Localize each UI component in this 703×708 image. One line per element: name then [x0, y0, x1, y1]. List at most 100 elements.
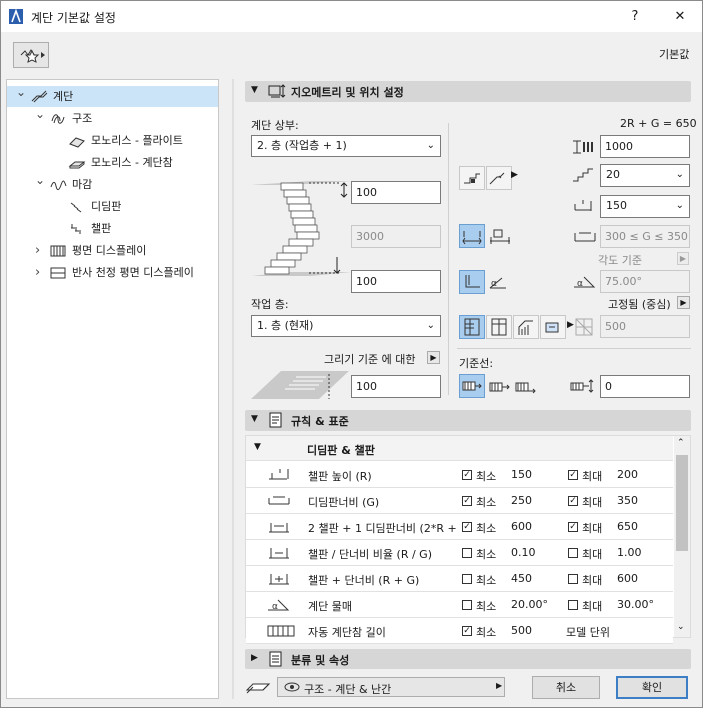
chevron-down-icon[interactable]: ⌄ — [35, 104, 45, 125]
risers-count-select[interactable]: 20 ⌄ — [600, 164, 690, 187]
chevron-down-icon[interactable]: ⌄ — [35, 170, 45, 191]
chevron-right-icon[interactable]: › — [35, 262, 45, 283]
scrollbar-thumb[interactable] — [676, 455, 688, 551]
ok-button[interactable]: 확인 — [616, 676, 688, 699]
layer-select[interactable]: 구조 - 계단 & 난간 ▶ — [277, 677, 505, 697]
finish-icon — [49, 177, 67, 193]
max-checkbox[interactable]: ✓ — [568, 496, 578, 506]
rule-name: 챌판 높이 (R) — [308, 470, 372, 483]
min-checkbox[interactable] — [462, 574, 472, 584]
top-label: 계단 상부: — [251, 119, 299, 132]
slope-lock-button[interactable] — [459, 270, 485, 294]
angle-input[interactable]: 75.00° — [600, 270, 690, 293]
tree-item[interactable]: 챌판 — [7, 218, 218, 239]
home-story-label: 작업 층: — [251, 298, 289, 311]
min-value[interactable]: 600 — [511, 520, 532, 533]
tree-item[interactable]: ⌄ 마감 — [7, 173, 218, 195]
slope-angle-icon[interactable]: α — [487, 273, 513, 293]
close-button[interactable]: ✕ — [658, 1, 702, 32]
custom-width-button[interactable] — [540, 315, 566, 339]
min-label: 최소 — [476, 470, 497, 483]
min-value[interactable]: 450 — [511, 572, 532, 585]
scroll-down-icon[interactable]: ⌄ — [677, 622, 685, 632]
baseline-right-icon[interactable] — [514, 377, 538, 397]
going-lock-button[interactable] — [459, 224, 485, 248]
width-left-button[interactable] — [459, 315, 485, 339]
max-value[interactable]: 350 — [617, 494, 638, 507]
stair-mode-arrow-icon[interactable]: ▶ — [511, 170, 518, 180]
max-checkbox[interactable]: ✓ — [568, 470, 578, 480]
structure-icon — [49, 111, 67, 127]
total-rise-input[interactable]: 1000 — [600, 135, 690, 158]
tree-item[interactable]: 모노리스 - 플라이트 — [7, 130, 218, 151]
rule-row: 챌판 높이 (R) ✓ 최소 150 ✓ 최대 200 — [246, 462, 673, 488]
relative-value-input[interactable]: 100 — [351, 375, 441, 398]
min-label: 최소 — [476, 496, 497, 509]
custom-width-arrow-icon[interactable]: ▶ — [567, 320, 574, 330]
baseline-left-button[interactable] — [459, 374, 485, 398]
home-story-select[interactable]: 1. 층 (현재) ⌄ — [251, 315, 441, 337]
stair-mode-button[interactable] — [486, 166, 512, 190]
max-label: 최대 — [582, 548, 603, 561]
width-input[interactable]: 500 — [600, 315, 690, 338]
min-value[interactable]: 250 — [511, 494, 532, 507]
max-value[interactable]: 600 — [617, 572, 638, 585]
chevron-right-icon[interactable]: › — [35, 240, 45, 261]
rules-scrollbar[interactable]: ⌃ ⌄ — [674, 436, 690, 637]
baseline-offset-input[interactable]: 0 — [600, 375, 690, 398]
going-range-input[interactable]: 300 ≤ G ≤ 350 — [600, 225, 690, 248]
tread-icon — [68, 199, 86, 215]
max-value[interactable]: 30.00° — [617, 598, 654, 611]
min-value[interactable]: 20.00° — [511, 598, 548, 611]
bottom-offset-input[interactable]: 100 — [351, 270, 441, 293]
fixed-position-label: 고정됨 (중심) — [608, 298, 671, 311]
max-value[interactable]: 200 — [617, 468, 638, 481]
angle-basis-arrow-button[interactable]: ▶ — [677, 252, 689, 265]
min-checkbox[interactable] — [462, 600, 472, 610]
min-checkbox[interactable]: ✓ — [462, 522, 472, 532]
lock-going-icon[interactable] — [487, 227, 513, 247]
max-checkbox[interactable] — [568, 574, 578, 584]
relative-to-arrow-button[interactable]: ▶ — [427, 351, 440, 364]
relative-to-label: 그리기 기준 에 대한 — [324, 353, 416, 366]
baseline-center-icon[interactable] — [488, 377, 512, 397]
classification-section-header[interactable]: ▶ 분류 및 속성 — [245, 649, 691, 669]
collapse-triangle-icon: ▼ — [251, 85, 258, 95]
max-checkbox[interactable] — [568, 548, 578, 558]
top-story-select[interactable]: 2. 층 (작업층 + 1) ⌄ — [251, 135, 441, 157]
tree-item[interactable]: ⌄ 구조 — [7, 107, 218, 129]
rules-group-header[interactable]: ▼ 디딤판 & 챌판 — [246, 436, 673, 461]
min-checkbox[interactable] — [462, 548, 472, 558]
fixed-position-arrow-button[interactable]: ▶ — [677, 296, 690, 309]
geometry-section-header[interactable]: ▼ 지오메트리 및 위치 설정 — [245, 81, 691, 102]
min-checkbox[interactable]: ✓ — [462, 496, 472, 506]
help-button[interactable]: ? — [613, 1, 657, 32]
max-value[interactable]: 모델 단위 — [566, 624, 610, 640]
min-value[interactable]: 0.10 — [511, 546, 536, 559]
riser-height-select[interactable]: 150 ⌄ — [600, 195, 690, 218]
favorites-button[interactable] — [13, 42, 49, 68]
width-right-button[interactable] — [513, 315, 539, 339]
width-center-button[interactable] — [486, 315, 512, 339]
cancel-button[interactable]: 취소 — [532, 676, 600, 699]
top-offset-input[interactable]: 100 — [351, 181, 441, 204]
chevron-down-icon[interactable]: ⌄ — [16, 82, 26, 103]
min-value[interactable]: 150 — [511, 468, 532, 481]
max-checkbox[interactable]: ✓ — [568, 522, 578, 532]
rule-name: 챌판 + 단너비 (R + G) — [308, 574, 420, 587]
svg-text:α: α — [272, 602, 278, 612]
total-height-input[interactable]: 3000 — [351, 225, 441, 248]
max-value[interactable]: 650 — [617, 520, 638, 533]
rules-section-header[interactable]: ▼ 규칙 & 표준 — [245, 410, 691, 431]
tree-item[interactable]: › 평면 디스플레이 — [7, 240, 218, 261]
max-checkbox[interactable] — [568, 600, 578, 610]
scroll-up-icon[interactable]: ⌃ — [677, 438, 685, 448]
min-value[interactable]: 500 — [511, 624, 532, 637]
min-checkbox[interactable]: ✓ — [462, 626, 472, 636]
tree-item[interactable]: › 반사 천정 평면 디스플레이 — [7, 262, 218, 283]
max-value[interactable]: 1.00 — [617, 546, 642, 559]
splitter[interactable] — [232, 79, 234, 699]
tree-item[interactable]: 디딤판 — [7, 196, 218, 217]
min-checkbox[interactable]: ✓ — [462, 470, 472, 480]
flight-mode-button[interactable] — [459, 166, 485, 190]
